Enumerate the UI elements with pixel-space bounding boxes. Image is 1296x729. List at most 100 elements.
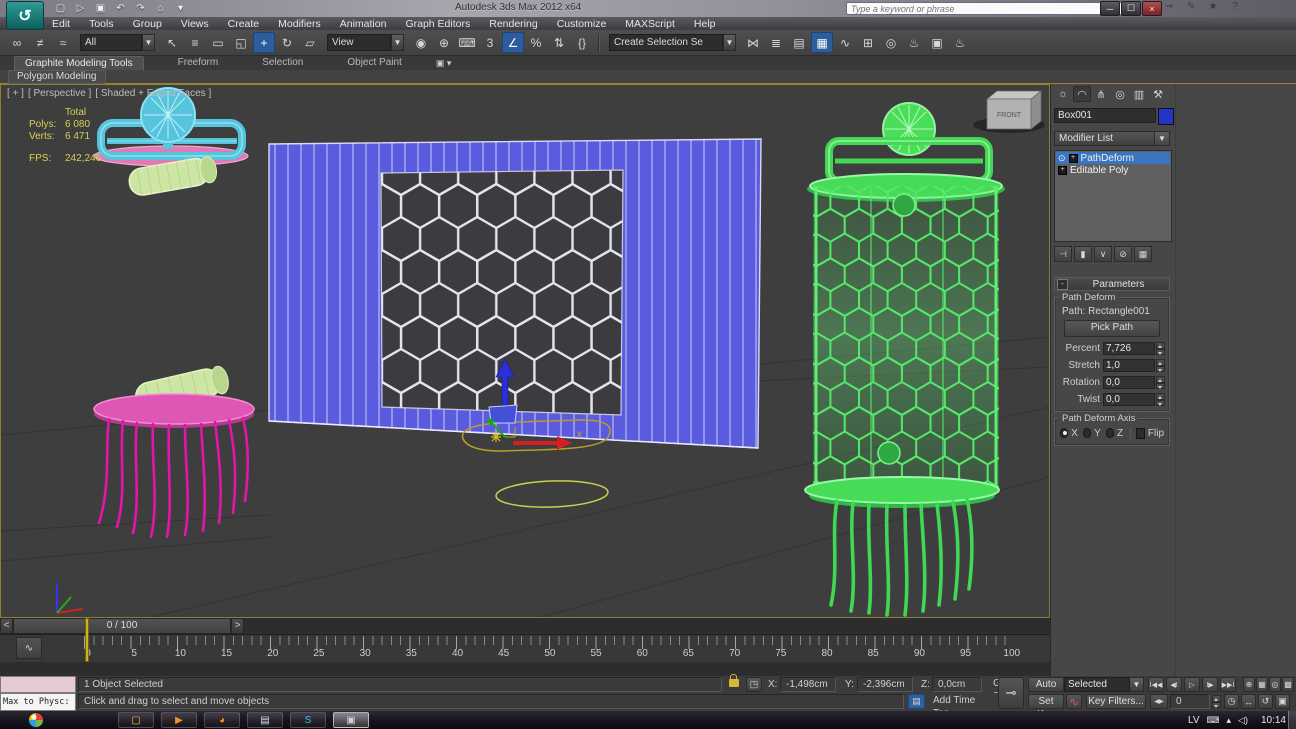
undo-icon[interactable]: ↶ (112, 1, 129, 15)
play-button[interactable]: ▷ (1184, 677, 1200, 692)
tab-object-paint[interactable]: Object Paint (337, 56, 411, 70)
show-desktop-button[interactable] (1288, 711, 1296, 729)
viewport-menu-general[interactable]: [ + ] (7, 88, 24, 99)
align-icon[interactable]: ≣ (765, 32, 787, 53)
motion-tab-icon[interactable]: ◎ (1111, 86, 1129, 102)
schematic-view-icon[interactable]: ⊞ (857, 32, 879, 53)
unlink-selection-icon[interactable]: ≠ (29, 32, 51, 53)
stack-item-pathdeform[interactable]: ⊙ + PathDeform (1056, 152, 1170, 164)
selection-lock-icon[interactable] (729, 679, 739, 687)
twist-field[interactable]: 0,0 (1103, 393, 1155, 406)
mirror-icon[interactable]: ⋈ (742, 32, 764, 53)
chevron-down-icon[interactable]: ▼ (1155, 131, 1170, 146)
create-tab-icon[interactable]: ☼ (1054, 86, 1072, 102)
object-name-field[interactable] (1054, 108, 1156, 123)
view-cube[interactable]: FRONT (973, 91, 1045, 133)
previous-frame-button[interactable]: ◀I (1166, 677, 1182, 692)
chevron-down-icon[interactable]: ▼ (723, 34, 736, 51)
subscription-key-icon[interactable]: ⊸ (1162, 1, 1176, 12)
menu-customize[interactable]: Customize (557, 18, 607, 30)
zoom-region-icon[interactable]: ▩ (1282, 677, 1294, 692)
application-menu-button[interactable]: ↺ (6, 1, 44, 30)
select-and-move-icon[interactable]: + (253, 32, 275, 53)
quick-access-more-icon[interactable]: ▾ (172, 1, 189, 15)
tab-graphite-modeling-tools[interactable]: Graphite Modeling Tools (14, 56, 144, 70)
auto-key-button[interactable]: Auto Key (1028, 677, 1064, 692)
zoom-extents-icon[interactable]: ◎ (1269, 677, 1281, 692)
modifier-enabled-icon[interactable]: ⊙ (1058, 153, 1066, 164)
chevron-down-icon[interactable]: ▼ (1130, 677, 1144, 692)
minimize-button[interactable]: ─ (1100, 1, 1120, 16)
use-pivot-center-icon[interactable]: ◉ (410, 32, 432, 53)
zoom-icon[interactable]: ⊕ (1243, 677, 1255, 692)
x-coordinate-field[interactable]: -1,498cm (780, 677, 836, 692)
taskbar-firefox-icon[interactable]: ◕ (204, 712, 240, 728)
object-magenta-tentacles[interactable] (99, 418, 248, 537)
menu-maxscript[interactable]: MAXScript (625, 18, 675, 30)
stretch-field[interactable]: 1,0 (1103, 359, 1155, 372)
go-to-end-button[interactable]: ▶▶I (1220, 677, 1236, 692)
taskbar-media-player-icon[interactable]: ▶ (161, 712, 197, 728)
utilities-tab-icon[interactable]: ⚒ (1149, 86, 1167, 102)
layer-manager-icon[interactable]: ▤ (788, 32, 810, 53)
communication-center-icon[interactable]: ✎ (1184, 1, 1198, 12)
current-frame-field[interactable]: 0 (1170, 694, 1210, 709)
named-selection-sets-dropdown[interactable]: Create Selection Se ▼ (609, 34, 736, 51)
axis-x-radio[interactable] (1060, 428, 1068, 438)
tab-freeform[interactable]: Freeform (168, 56, 229, 70)
set-key-button[interactable]: Set Key (1028, 694, 1064, 709)
keyboard-override-icon[interactable]: ⌨ (456, 32, 478, 53)
remove-modifier-icon[interactable]: ⊘ (1114, 246, 1132, 262)
pick-path-button[interactable]: Pick Path (1064, 320, 1160, 337)
modify-tab-icon[interactable]: ◠ (1073, 86, 1091, 102)
track-bar[interactable]: ∿ 05101520253035404550556065707580859095… (0, 634, 1050, 663)
stack-item-editable-poly[interactable]: + Editable Poly (1056, 164, 1170, 176)
maxscript-mini-listener[interactable]: Max to Physc: (0, 693, 76, 711)
spinner-snap-icon[interactable]: ⇅ (548, 32, 570, 53)
select-object-icon[interactable]: ↖ (161, 32, 183, 53)
save-file-icon[interactable]: ▣ (92, 1, 109, 15)
percent-field[interactable]: 7,726 (1103, 342, 1155, 355)
key-mode-toggle-icon[interactable]: ◀▶ (1150, 694, 1168, 709)
menu-create[interactable]: Create (228, 18, 260, 30)
rollout-header[interactable]: - Parameters (1054, 277, 1170, 291)
object-color-swatch[interactable] (1158, 108, 1174, 125)
menu-help[interactable]: Help (694, 18, 716, 30)
language-indicator[interactable]: LV (1188, 715, 1200, 726)
menu-edit[interactable]: Edit (52, 18, 70, 30)
polygon-modeling-panel-button[interactable]: Polygon Modeling (8, 70, 106, 84)
redo-icon[interactable]: ↷ (132, 1, 149, 15)
search-input[interactable] (846, 2, 1136, 15)
curve-editor-icon[interactable]: ∿ (834, 32, 856, 53)
make-unique-icon[interactable]: ∨ (1094, 246, 1112, 262)
percent-snap-icon[interactable]: % (525, 32, 547, 53)
key-filters-button[interactable]: Key Filters... (1086, 694, 1146, 709)
menu-group[interactable]: Group (133, 18, 162, 30)
show-end-result-icon[interactable]: ▮ (1074, 246, 1092, 262)
tray-show-hidden-icon[interactable]: ▴ (1227, 715, 1232, 726)
stretch-spinner[interactable] (1156, 359, 1165, 372)
select-and-link-icon[interactable]: ∞ (6, 32, 28, 53)
viewport-menu-shading[interactable]: [ Shaded + Edged Faces ] (95, 88, 211, 99)
perspective-viewport[interactable]: [ + ] [ Perspective ] [ Shaded + Edged F… (0, 84, 1050, 618)
modifier-list-dropdown[interactable]: Modifier List ▼ (1054, 131, 1170, 146)
object-green-cylinder[interactable] (805, 103, 1005, 615)
object-blue-plane[interactable] (269, 139, 761, 448)
menu-modifiers[interactable]: Modifiers (278, 18, 321, 30)
menu-tools[interactable]: Tools (89, 18, 114, 30)
zoom-all-icon[interactable]: ▦ (1256, 677, 1268, 692)
start-button[interactable] (28, 712, 44, 728)
add-time-tag-label[interactable]: Add Time Tag (928, 694, 996, 709)
rotation-field[interactable]: 0,0 (1103, 376, 1155, 389)
next-frame-button[interactable]: I▶ (1202, 677, 1218, 692)
new-scene-icon[interactable]: ▢ (52, 1, 69, 15)
pan-view-icon[interactable]: ↔ (1241, 694, 1256, 709)
favorites-icon[interactable]: ★ (1206, 1, 1220, 12)
time-slider[interactable]: 0 / 100 (13, 618, 231, 634)
frame-spinner[interactable] (1212, 695, 1221, 708)
bind-to-space-warp-icon[interactable]: ≈ (52, 32, 74, 53)
new-key-default-in-out-icon[interactable]: ∿ (1066, 694, 1082, 709)
menu-animation[interactable]: Animation (340, 18, 387, 30)
ribbon-toggle-icon[interactable]: ▦ (811, 32, 833, 53)
axis-y-radio[interactable] (1083, 428, 1091, 438)
